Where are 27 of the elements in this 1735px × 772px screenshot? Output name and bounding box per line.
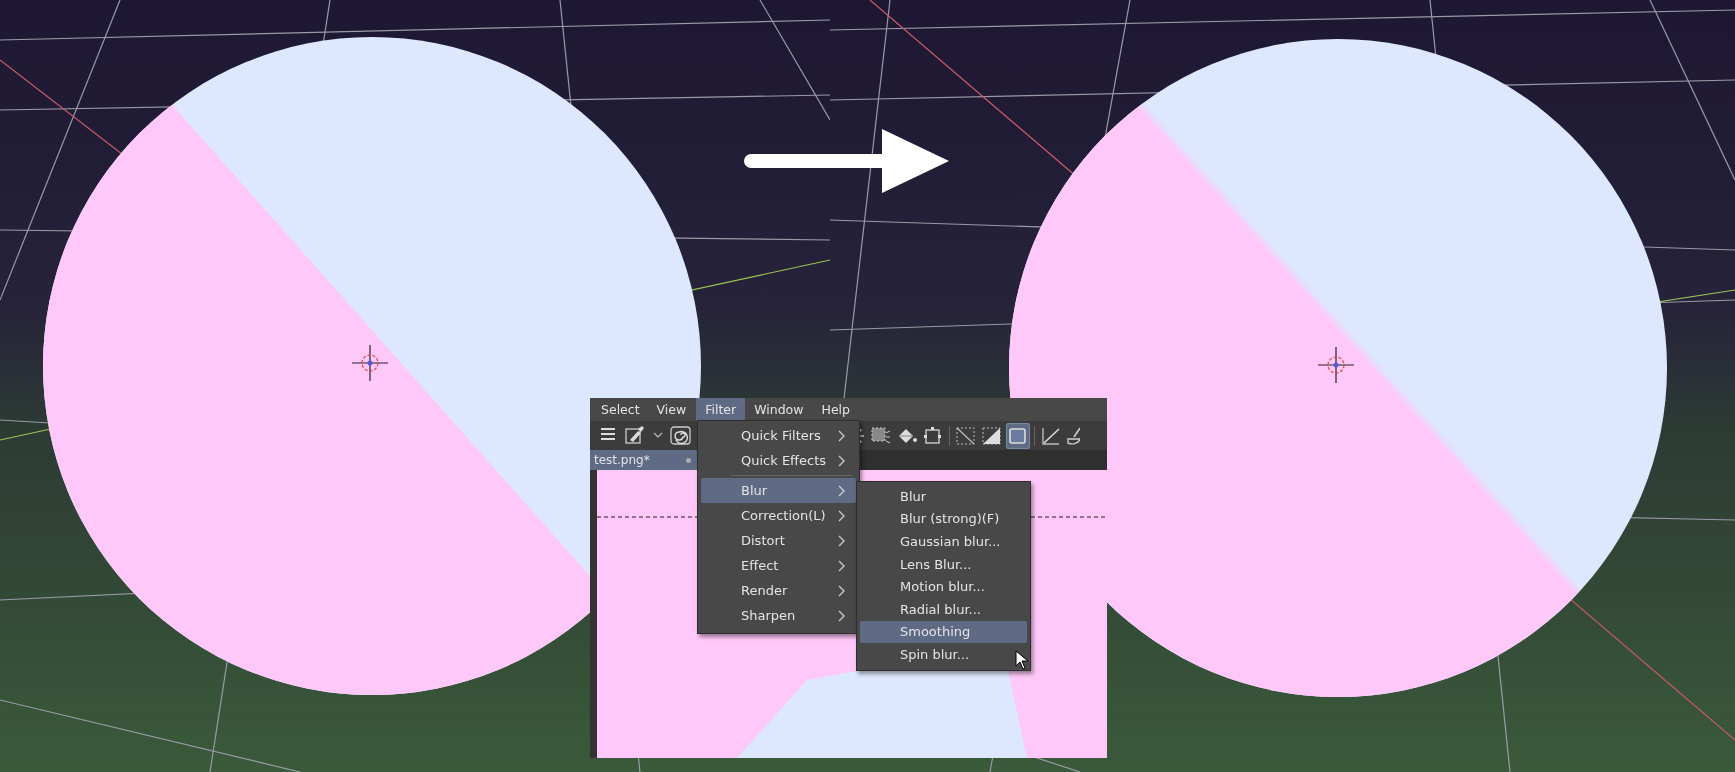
crosshair-icon [351, 344, 389, 382]
crosshair-icon [1317, 346, 1355, 384]
menu-item[interactable]: Lens Blur... [860, 552, 1027, 576]
menu-item[interactable]: Sharpen [701, 603, 856, 628]
modified-dot-icon [686, 457, 691, 463]
menu-item[interactable]: Filter [696, 398, 746, 421]
mouse-pointer-icon [1015, 650, 1029, 670]
menu-item[interactable]: Correction(L) [701, 503, 856, 528]
menu-item[interactable]: Distort [701, 528, 856, 553]
menu-item[interactable]: Blur [701, 478, 856, 503]
menu-item[interactable]: Quick Filters [701, 423, 856, 448]
menu-item[interactable]: Smoothing [860, 620, 1027, 644]
tool-frame-icon[interactable] [1006, 422, 1030, 449]
menu-item[interactable]: Help [812, 398, 859, 421]
arrow-icon [744, 129, 949, 195]
document-tab[interactable]: test.png* [590, 450, 697, 470]
menu-item[interactable]: Quick Effects [701, 448, 856, 473]
menu-item[interactable]: Blur (strong)(F) [860, 507, 1027, 531]
menu-item[interactable]: View [648, 398, 697, 421]
menu-item[interactable]: Radial blur... [860, 597, 1027, 621]
menu-item[interactable]: Render [701, 578, 856, 603]
menu-item[interactable]: Window [745, 398, 813, 421]
menu-item[interactable]: Gaussian blur... [860, 530, 1027, 553]
menu-item[interactable]: Motion blur... [860, 575, 1027, 598]
menu-item[interactable]: Effect [701, 553, 856, 578]
menu-item[interactable]: Select [592, 398, 649, 421]
menu-item[interactable]: Blur [860, 485, 1027, 508]
